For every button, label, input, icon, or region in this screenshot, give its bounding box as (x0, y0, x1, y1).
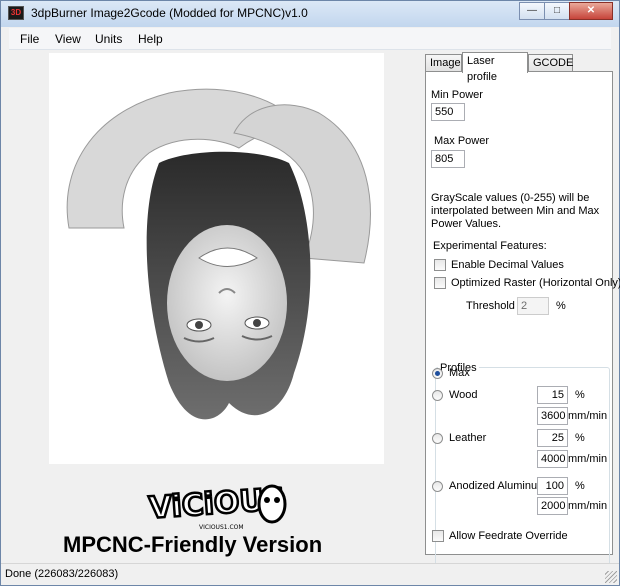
decimal-values-checkbox[interactable] (434, 259, 446, 271)
logo-area: ViCiOUS VICIOUS1.COM MPCNC-Friendly Vers… (49, 468, 384, 560)
logo-mask-icon (257, 484, 287, 524)
tab-gcode[interactable]: GCODE (528, 54, 573, 72)
experimental-label: Experimental Features: (433, 240, 547, 252)
status-text: Done (226083/226083) (5, 568, 119, 580)
profile-aluminum-label[interactable]: Anodized Aluminum (449, 480, 546, 492)
window-title: 3dpBurner Image2Gcode (Modded for MPCNC)… (31, 6, 308, 20)
resize-grip-icon[interactable] (605, 571, 617, 583)
maximize-button[interactable]: □ (544, 2, 570, 20)
laser-profile-page: Min Power 550 Max Power 805 GrayScale va… (425, 71, 620, 567)
min-power-input[interactable]: 550 (431, 103, 465, 121)
leather-power-unit: % (575, 432, 585, 444)
leather-feed-input[interactable]: 4000 (537, 450, 568, 468)
optimized-raster-checkbox[interactable] (434, 277, 446, 289)
threshold-input[interactable]: 2 (517, 297, 549, 315)
decimal-values-label[interactable]: Enable Decimal Values (451, 259, 564, 271)
leather-power-input[interactable]: 25 (537, 429, 568, 447)
close-button[interactable]: ✕ (569, 2, 613, 20)
profile-leather-label[interactable]: Leather (449, 432, 486, 444)
wood-power-unit: % (575, 389, 585, 401)
leather-feed-unit: mm/min (568, 453, 608, 465)
portrait-image (66, 88, 371, 420)
menu-file[interactable]: File (20, 32, 39, 46)
aluminum-power-unit: % (575, 480, 585, 492)
wood-feed-unit: mm/min (568, 410, 608, 422)
optimized-raster-label[interactable]: Optimized Raster (Horizontal Only) (451, 277, 620, 289)
profile-max-radio[interactable] (432, 368, 443, 379)
threshold-label: Threshold (466, 300, 515, 312)
feedrate-override-label[interactable]: Allow Feedrate Override (449, 530, 568, 542)
client-area: ViCiOUS VICIOUS1.COM MPCNC-Friendly Vers… (9, 50, 620, 567)
menu-help[interactable]: Help (138, 32, 163, 46)
aluminum-feed-input[interactable]: 2000 (537, 497, 568, 515)
aluminum-power-input[interactable]: 100 (537, 477, 568, 495)
image-preview[interactable] (49, 53, 384, 464)
menu-view[interactable]: View (55, 32, 81, 46)
app-icon: 3D (8, 6, 24, 20)
aluminum-feed-unit: mm/min (568, 500, 608, 512)
wood-power-input[interactable]: 15 (537, 386, 568, 404)
tab-laser-profile[interactable]: Laser profile (462, 52, 528, 83)
logo-small-text: VICIOUS1.COM (199, 524, 244, 531)
menu-bar: File View Units Help (9, 28, 611, 50)
wood-feed-input[interactable]: 3600 (537, 407, 568, 425)
menu-units[interactable]: Units (95, 32, 122, 46)
profile-aluminum-radio[interactable] (432, 481, 443, 492)
profile-wood-radio[interactable] (432, 390, 443, 401)
status-bar: Done (226083/226083) (1, 563, 619, 585)
threshold-unit: % (556, 300, 566, 312)
profile-max-label[interactable]: Max (449, 367, 470, 379)
title-bar[interactable]: 3D 3dpBurner Image2Gcode (Modded for MPC… (1, 1, 619, 27)
feedrate-override-checkbox[interactable] (432, 530, 444, 542)
min-power-label: Min Power (431, 89, 483, 101)
minimize-button[interactable]: — (519, 2, 545, 20)
tab-image[interactable]: Image (425, 54, 462, 72)
grayscale-note: GrayScale values (0-255) will be interpo… (431, 192, 600, 230)
profile-leather-radio[interactable] (432, 433, 443, 444)
version-caption: MPCNC-Friendly Version (63, 532, 323, 557)
max-power-input[interactable]: 805 (431, 150, 465, 168)
app-window: 3D 3dpBurner Image2Gcode (Modded for MPC… (0, 0, 620, 586)
max-power-label: Max Power (434, 135, 490, 147)
profile-wood-label[interactable]: Wood (449, 389, 478, 401)
